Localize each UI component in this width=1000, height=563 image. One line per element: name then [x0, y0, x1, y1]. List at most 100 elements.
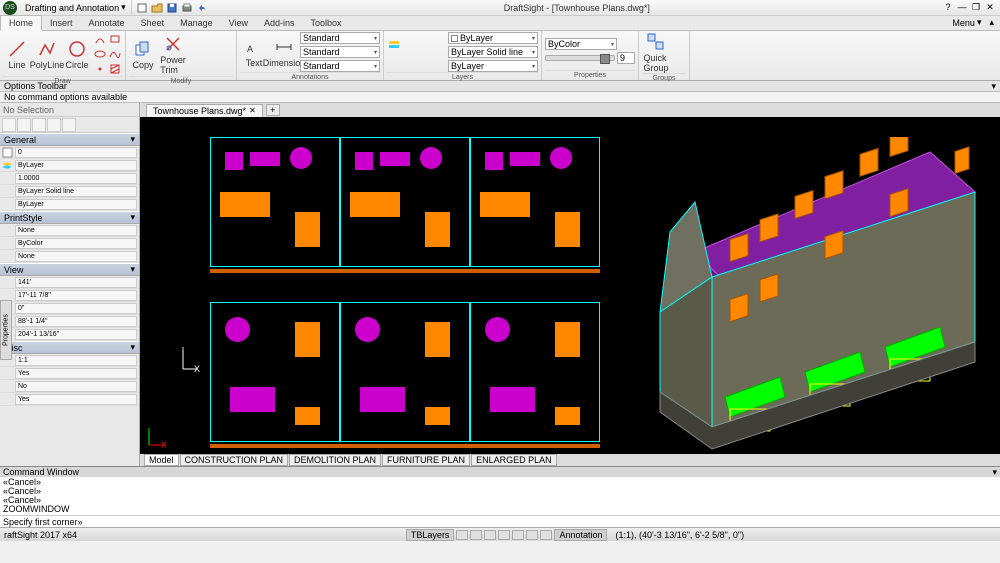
prop-row-a1[interactable]: Yes [0, 367, 139, 380]
tab-sheet[interactable]: Sheet [133, 16, 173, 30]
prop-row-cz[interactable]: 0" [0, 302, 139, 315]
prop-row-layer[interactable]: ByLayer [0, 159, 139, 172]
section-view[interactable]: View▾ [0, 263, 139, 276]
new-icon[interactable] [136, 2, 148, 14]
prop-row-w[interactable]: 204'-1 13/16" [0, 328, 139, 341]
prop-row-cy[interactable]: 17'-11 7/8" [0, 289, 139, 302]
prop-row-ptable[interactable]: None [0, 250, 139, 263]
layout-tab-construction[interactable]: CONSTRUCTION PLAN [180, 454, 289, 466]
chamfer-icon[interactable] [204, 62, 218, 76]
layer-state-icon[interactable] [417, 53, 431, 67]
collapse-ribbon-icon[interactable]: ▴ [989, 17, 994, 28]
layout-tab-enlarged[interactable]: ENLARGED PLAN [471, 454, 557, 466]
section-misc[interactable]: Misc▾ [0, 341, 139, 354]
layer-more-icon[interactable] [432, 53, 446, 67]
prop-row-color[interactable]: 0 [0, 146, 139, 159]
layer-freeze-icon[interactable] [402, 38, 416, 52]
command-close-icon[interactable]: ▾ [992, 467, 997, 478]
textstyle-combo[interactable]: Standard▾ [300, 32, 380, 44]
tab-manage[interactable]: Manage [172, 16, 221, 30]
layer-iso-icon[interactable] [387, 53, 401, 67]
ellipse-icon[interactable] [93, 47, 107, 61]
menu-dropdown[interactable]: Menu ▾ ▴ [946, 15, 1000, 30]
status-lw-icon[interactable] [540, 530, 552, 540]
layer-lock-icon[interactable] [432, 38, 446, 52]
props-tool-1-icon[interactable] [2, 118, 16, 132]
tab-addins[interactable]: Add-ins [256, 16, 303, 30]
open-icon[interactable] [151, 2, 163, 14]
tablestyle-combo[interactable]: Standard▾ [300, 60, 380, 72]
status-polar-icon[interactable] [498, 530, 510, 540]
layer-lineweight-combo[interactable]: ByLayer▾ [448, 60, 538, 72]
tab-insert[interactable]: Insert [42, 16, 81, 30]
copy-button[interactable]: Copy [129, 39, 157, 70]
fillet-icon[interactable] [189, 62, 203, 76]
tab-view[interactable]: View [221, 16, 256, 30]
save-icon[interactable] [166, 2, 178, 14]
props-tool-2-icon[interactable] [17, 118, 31, 132]
status-snap-icon[interactable] [456, 530, 468, 540]
explode-icon[interactable] [219, 62, 233, 76]
layer-color-combo[interactable]: ByLayer▾ [448, 32, 538, 44]
props-tool-4-icon[interactable] [47, 118, 61, 132]
quick-group-button[interactable]: Quick Group [642, 32, 670, 73]
prop-color-combo[interactable]: ByColor▾ [545, 38, 617, 50]
minimize-button[interactable]: — [956, 2, 968, 13]
prop-row-a2[interactable]: No [0, 380, 139, 393]
status-ortho-icon[interactable] [484, 530, 496, 540]
section-printstyle[interactable]: PrintStyle▾ [0, 211, 139, 224]
help-icon[interactable]: ? [942, 2, 954, 13]
tab-home[interactable]: Home [0, 15, 42, 31]
power-trim-button[interactable]: Power Trim [159, 34, 187, 75]
hatch-icon[interactable] [108, 62, 122, 76]
options-close-icon[interactable]: ▾ [991, 81, 996, 92]
layer-linetype-combo[interactable]: ByLayer Solid line▾ [448, 46, 538, 58]
layer-off-icon[interactable] [417, 38, 431, 52]
prop-row-ltype[interactable]: ByLayer Solid line [0, 185, 139, 198]
tab-toolbox[interactable]: Toolbox [303, 16, 350, 30]
maximize-button[interactable]: ❐ [970, 2, 982, 13]
command-input[interactable]: Specify first corner» [0, 515, 1000, 527]
prop-row-scale[interactable]: 1.0000 [0, 172, 139, 185]
prop-row-asc[interactable]: 1:1 [0, 354, 139, 367]
ungroup-icon[interactable] [672, 53, 686, 67]
prop-row-lweight[interactable]: ByLayer [0, 198, 139, 211]
offset-icon[interactable] [219, 47, 233, 61]
properties-palette-tab[interactable]: Properties [0, 300, 12, 360]
prop-row-a3[interactable]: Yes [0, 393, 139, 406]
line-button[interactable]: Line [3, 39, 31, 70]
layout-tab-furniture[interactable]: FURNITURE PLAN [382, 454, 470, 466]
document-tab[interactable]: Townhouse Plans.dwg* ✕ [146, 104, 263, 117]
layout-tab-demolition[interactable]: DEMOLITION PLAN [289, 454, 381, 466]
tab-annotate[interactable]: Annotate [81, 16, 133, 30]
stretch-icon[interactable] [204, 47, 218, 61]
scale-icon[interactable] [189, 47, 203, 61]
workspace-dropdown[interactable]: Drafting and Annotation ▾ [20, 0, 132, 15]
tab-close-icon[interactable]: ✕ [249, 106, 256, 115]
circle-button[interactable]: Circle [63, 39, 91, 70]
arc-icon[interactable] [93, 32, 107, 46]
close-button[interactable]: ✕ [984, 2, 996, 13]
section-general[interactable]: General▾ [0, 133, 139, 146]
undo-icon[interactable] [196, 2, 208, 14]
dimstyle-combo[interactable]: Standard▾ [300, 46, 380, 58]
move-icon[interactable] [189, 32, 203, 46]
layer-manager-icon[interactable] [387, 38, 401, 52]
status-layer-combo[interactable]: TBLayers [406, 529, 455, 541]
props-tool-5-icon[interactable] [62, 118, 76, 132]
status-otrack-icon[interactable] [526, 530, 538, 540]
print-icon[interactable] [181, 2, 193, 14]
polyline-button[interactable]: PolyLine [33, 39, 61, 70]
selection-combo[interactable]: No Selection [0, 103, 139, 117]
layout-tab-model[interactable]: Model [144, 454, 179, 466]
props-tool-3-icon[interactable] [32, 118, 46, 132]
prop-row-cx[interactable]: 141' [0, 276, 139, 289]
lineweight-slider[interactable] [545, 55, 615, 61]
status-grid-icon[interactable] [470, 530, 482, 540]
rotate-icon[interactable] [204, 32, 218, 46]
lineweight-value[interactable]: 9 [617, 52, 635, 64]
rect-icon[interactable] [108, 32, 122, 46]
mirror-icon[interactable] [219, 32, 233, 46]
drawing-canvas[interactable]: YX YX [140, 117, 1000, 454]
layer-prev-icon[interactable] [402, 53, 416, 67]
